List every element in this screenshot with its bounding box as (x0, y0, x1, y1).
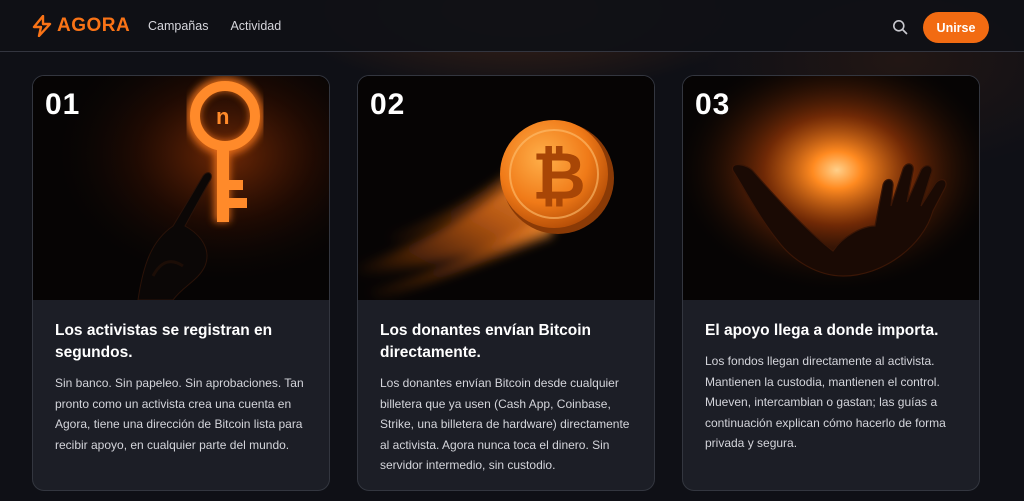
svg-text:n: n (216, 104, 229, 129)
top-navbar: AGORA Campañas Actividad Unirse (0, 0, 1024, 52)
step-card-1: n 01 Los activistas se registran en segu… (32, 75, 330, 491)
logo[interactable]: AGORA (31, 15, 130, 37)
card-image-hand: 03 (683, 76, 979, 300)
svg-text:₿: ₿ (532, 139, 586, 213)
step-number: 02 (370, 88, 406, 121)
logo-bolt-icon (32, 15, 52, 37)
card-image-key: n 01 (33, 76, 329, 300)
nav-link-activity[interactable]: Actividad (230, 19, 281, 33)
step-card-3: 03 El apoyo llega a donde importa. Los f… (682, 75, 980, 491)
card-description: Los fondos llegan directamente al activi… (705, 354, 946, 450)
card-description: Sin banco. Sin papeleo. Sin aprobaciones… (55, 376, 304, 452)
main-nav: Campañas Actividad (148, 19, 281, 33)
card-image-bitcoin: ₿ 02 (358, 76, 654, 300)
step-number: 01 (45, 88, 81, 121)
step-card-2: ₿ 02 Los donantes envían Bitcoin directa… (357, 75, 655, 491)
card-title: El apoyo llega a donde importa. (705, 322, 939, 339)
join-button[interactable]: Unirse (923, 12, 989, 43)
card-title: Los donantes envían Bitcoin directamente… (380, 322, 591, 361)
card-description: Los donantes envían Bitcoin desde cualqu… (380, 376, 630, 472)
nav-link-campaigns[interactable]: Campañas (148, 19, 208, 33)
search-icon[interactable] (892, 19, 908, 35)
step-number: 03 (695, 88, 731, 121)
logo-text: AGORA (57, 15, 131, 36)
card-title: Los activistas se registran en segundos. (55, 322, 273, 361)
